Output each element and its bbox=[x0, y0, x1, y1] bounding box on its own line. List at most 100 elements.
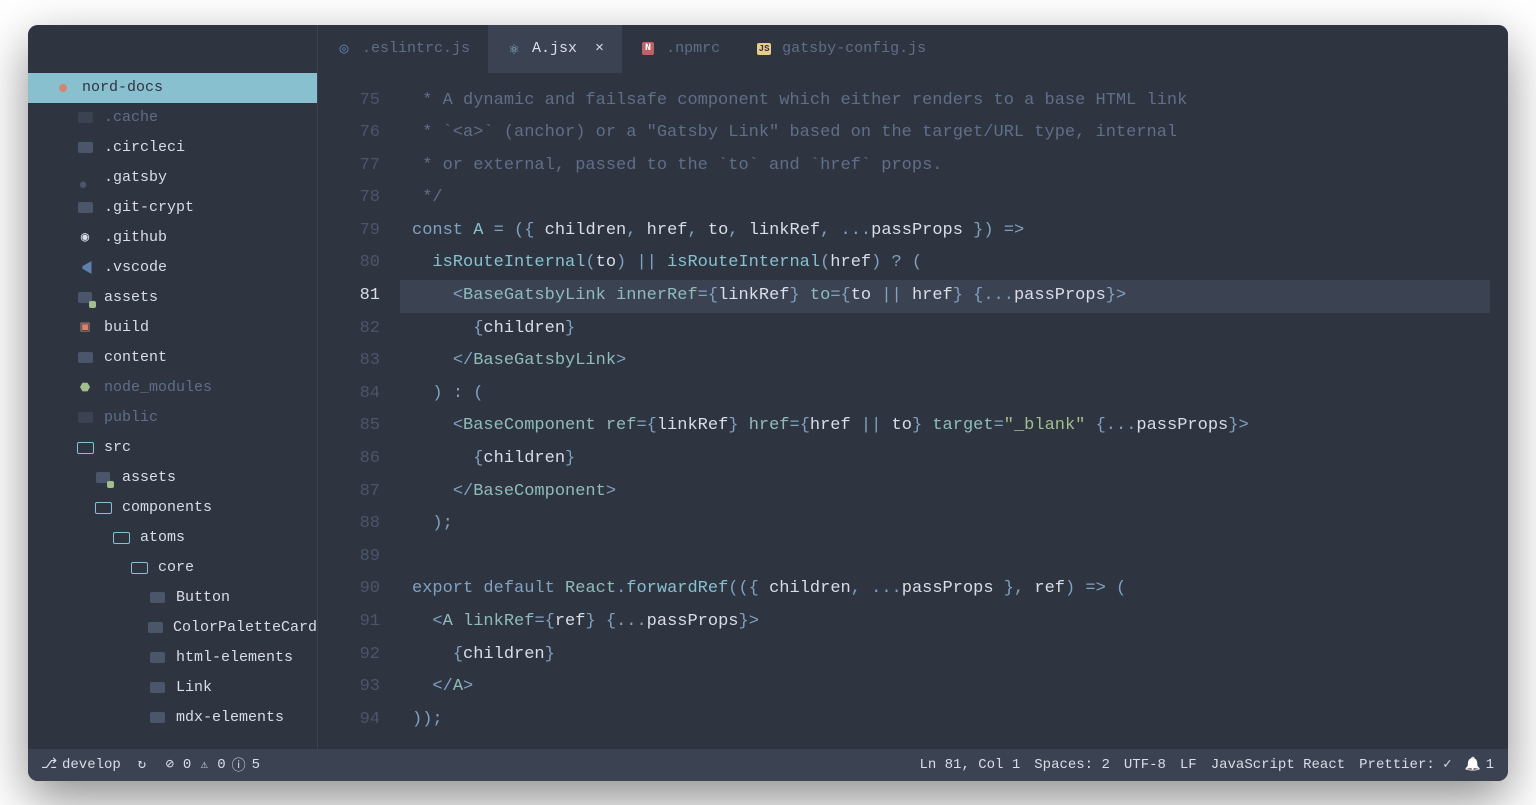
tab-gatsby-config-js[interactable]: gatsby-config.js bbox=[738, 25, 944, 73]
code-line[interactable]: {children} bbox=[400, 443, 1508, 476]
folder-icon bbox=[148, 649, 166, 667]
tree-item-label: .github bbox=[104, 223, 309, 253]
code-line[interactable]: isRouteInternal(to) || isRouteInternal(h… bbox=[400, 247, 1508, 280]
tree-item-content[interactable]: content bbox=[28, 343, 317, 373]
language-mode[interactable]: JavaScript React bbox=[1211, 757, 1345, 773]
code-line[interactable]: <A linkRef={ref} {...passProps}> bbox=[400, 606, 1508, 639]
branch-icon bbox=[42, 758, 56, 772]
prettier-status[interactable]: Prettier: ✓ bbox=[1359, 756, 1451, 773]
code-line[interactable]: * or external, passed to the `to` and `h… bbox=[400, 150, 1508, 183]
line-number: 91 bbox=[318, 606, 380, 639]
code-line[interactable]: {children} bbox=[400, 639, 1508, 672]
line-number: 92 bbox=[318, 639, 380, 672]
code-line[interactable]: )); bbox=[400, 704, 1508, 737]
bell-icon bbox=[1466, 758, 1480, 772]
code-line[interactable]: </BaseGatsbyLink> bbox=[400, 345, 1508, 378]
code-line[interactable]: ) : ( bbox=[400, 378, 1508, 411]
folder-icon bbox=[148, 619, 163, 637]
tree-item-label: Link bbox=[176, 673, 309, 703]
line-number: 81 bbox=[318, 280, 380, 313]
code-line[interactable]: const A = ({ children, href, to, linkRef… bbox=[400, 215, 1508, 248]
tree-item--github[interactable]: .github bbox=[28, 223, 317, 253]
folder-icon bbox=[76, 349, 94, 367]
tree-item-html-elements[interactable]: html-elements bbox=[28, 643, 317, 673]
eol[interactable]: LF bbox=[1180, 757, 1197, 773]
code-line[interactable]: <BaseComponent ref={linkRef} href={href … bbox=[400, 410, 1508, 443]
code-line[interactable]: <BaseGatsbyLink innerRef={linkRef} to={t… bbox=[400, 280, 1490, 313]
tree-item-Link[interactable]: Link bbox=[28, 673, 317, 703]
code-editor[interactable]: 7576777879808182838485868788899091929394… bbox=[318, 73, 1508, 749]
assets-icon bbox=[76, 289, 94, 307]
code-line[interactable]: * `<a>` (anchor) or a "Gatsby Link" base… bbox=[400, 117, 1508, 150]
info-icon bbox=[232, 758, 246, 772]
tab--npmrc[interactable]: .npmrc bbox=[622, 25, 738, 73]
tree-item-assets[interactable]: assets bbox=[28, 283, 317, 313]
tree-item-label: content bbox=[104, 343, 309, 373]
tree-item-src[interactable]: src bbox=[28, 433, 317, 463]
line-number-gutter: 7576777879808182838485868788899091929394 bbox=[318, 73, 400, 749]
tree-item-atoms[interactable]: atoms bbox=[28, 523, 317, 553]
project-root[interactable]: nord-docs bbox=[28, 73, 317, 103]
code-line[interactable]: </BaseComponent> bbox=[400, 476, 1508, 509]
tree-item-ColorPaletteCard[interactable]: ColorPaletteCard bbox=[28, 613, 317, 643]
tree-item-label: build bbox=[104, 313, 309, 343]
code-line[interactable]: */ bbox=[400, 182, 1508, 215]
code-content[interactable]: * A dynamic and failsafe component which… bbox=[400, 73, 1508, 749]
tab-label: gatsby-config.js bbox=[782, 40, 926, 57]
tree-item--git-crypt[interactable]: .git-crypt bbox=[28, 193, 317, 223]
line-number: 75 bbox=[318, 85, 380, 118]
tree-item-label: .gatsby bbox=[104, 163, 309, 193]
tree-item-public[interactable]: public bbox=[28, 403, 317, 433]
folder-icon bbox=[148, 679, 166, 697]
notifications[interactable]: 1 bbox=[1466, 757, 1494, 773]
problems[interactable]: 0 0 5 bbox=[163, 757, 260, 773]
nodemod-icon bbox=[76, 379, 94, 397]
indentation[interactable]: Spaces: 2 bbox=[1034, 757, 1110, 773]
tree-item-Button[interactable]: Button bbox=[28, 583, 317, 613]
encoding[interactable]: UTF-8 bbox=[1124, 757, 1166, 773]
js-icon bbox=[756, 41, 772, 57]
tree-item-label: .cache bbox=[104, 103, 309, 133]
tab-A-jsx[interactable]: A.jsx× bbox=[488, 25, 622, 73]
folder-muted-icon bbox=[76, 409, 94, 427]
build-icon bbox=[76, 319, 94, 337]
tree-item--circleci[interactable]: .circleci bbox=[28, 133, 317, 163]
code-line[interactable]: * A dynamic and failsafe component which… bbox=[400, 85, 1508, 118]
tab--eslintrc-js[interactable]: .eslintrc.js bbox=[318, 25, 488, 73]
line-number: 86 bbox=[318, 443, 380, 476]
code-line[interactable]: ); bbox=[400, 508, 1508, 541]
sync-button[interactable] bbox=[135, 758, 149, 772]
tree-item-node_modules[interactable]: node_modules bbox=[28, 373, 317, 403]
tree-item-label: .vscode bbox=[104, 253, 309, 283]
branch-name: develop bbox=[62, 757, 121, 773]
file-explorer: nord-docs.cache.circleci.gatsby.git-cryp… bbox=[28, 25, 318, 749]
tree-item-core[interactable]: core bbox=[28, 553, 317, 583]
tree-item-label: html-elements bbox=[176, 643, 309, 673]
warning-count: 0 bbox=[217, 757, 225, 773]
line-number: 82 bbox=[318, 313, 380, 346]
cursor-position[interactable]: Ln 81, Col 1 bbox=[919, 757, 1020, 773]
root-icon bbox=[54, 79, 72, 97]
npm-icon bbox=[640, 41, 656, 57]
line-number: 87 bbox=[318, 476, 380, 509]
tree-item--cache[interactable]: .cache bbox=[28, 103, 317, 133]
tab-label: .npmrc bbox=[666, 40, 720, 57]
tree-item-build[interactable]: build bbox=[28, 313, 317, 343]
code-line[interactable] bbox=[400, 541, 1508, 574]
tree-item--vscode[interactable]: .vscode bbox=[28, 253, 317, 283]
tree-item-label: node_modules bbox=[104, 373, 309, 403]
folder-open-icon bbox=[94, 499, 112, 517]
code-line[interactable]: </A> bbox=[400, 671, 1508, 704]
close-icon[interactable]: × bbox=[587, 40, 604, 57]
code-line[interactable]: {children} bbox=[400, 313, 1508, 346]
editor-window: nord-docs.cache.circleci.gatsby.git-cryp… bbox=[28, 25, 1508, 781]
code-line[interactable]: export default React.forwardRef(({ child… bbox=[400, 573, 1508, 606]
tree-item--gatsby[interactable]: .gatsby bbox=[28, 163, 317, 193]
notification-count: 1 bbox=[1486, 757, 1494, 773]
tree-item-assets[interactable]: assets bbox=[28, 463, 317, 493]
tree-item-components[interactable]: components bbox=[28, 493, 317, 523]
tree-item-mdx-elements[interactable]: mdx-elements bbox=[28, 703, 317, 733]
tab-bar: .eslintrc.jsA.jsx× .npmrc gatsby-config.js bbox=[318, 25, 1508, 73]
git-branch[interactable]: develop bbox=[42, 757, 121, 773]
warning-icon bbox=[197, 758, 211, 772]
